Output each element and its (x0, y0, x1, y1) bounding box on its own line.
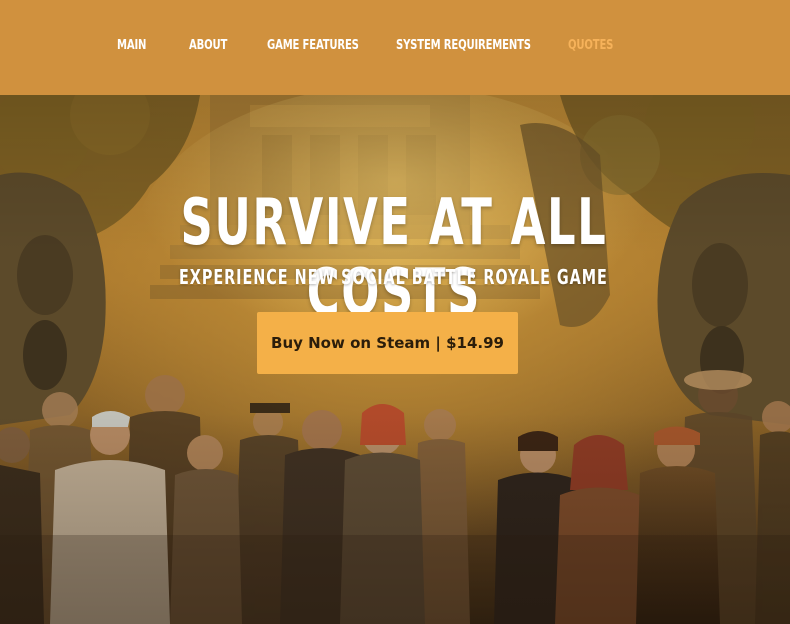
nav-item-about[interactable]: ABOUT (189, 38, 227, 53)
nav-item-game-features[interactable]: GAME FEATURES (267, 38, 359, 53)
top-navigation-bar: MAIN ABOUT GAME FEATURES SYSTEM REQUIREM… (0, 0, 790, 95)
hero-subtitle: EXPERIENCE NEW SOCIAL BATTLE ROYALE GAME (178, 265, 608, 289)
buy-now-steam-button[interactable]: Buy Now on Steam | $14.99 (257, 312, 518, 374)
hero-title: SURVIVE AT ALL COSTS (180, 186, 608, 330)
nav-item-system-requirements[interactable]: SYSTEM REQUIREMENTS (396, 38, 531, 53)
nav-item-quotes[interactable]: QUOTES (568, 38, 613, 53)
page: MAIN ABOUT GAME FEATURES SYSTEM REQUIREM… (0, 0, 790, 624)
nav-menu: MAIN ABOUT GAME FEATURES SYSTEM REQUIREM… (0, 0, 790, 95)
nav-item-main[interactable]: MAIN (117, 38, 146, 53)
